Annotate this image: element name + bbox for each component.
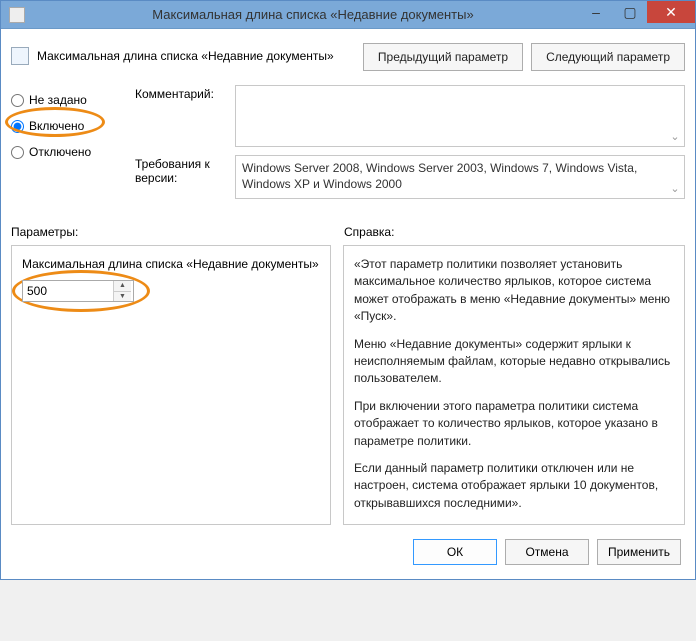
ok-button[interactable]: ОК <box>413 539 497 565</box>
help-paragraph: При включении этого параметра политики с… <box>354 398 674 450</box>
help-section-label: Справка: <box>344 225 394 239</box>
comment-label: Комментарий: <box>135 85 227 101</box>
help-paragraph: Меню «Недавние документы» содержит ярлык… <box>354 336 674 388</box>
radio-disabled-input[interactable] <box>11 146 24 159</box>
radio-disabled-label: Отключено <box>29 145 91 159</box>
chevron-down-icon: ⌄ <box>668 130 682 144</box>
max-length-input[interactable] <box>23 281 113 301</box>
policy-subtitle: Максимальная длина списка «Недавние доку… <box>37 49 334 63</box>
radio-not-configured-label: Не задано <box>29 93 87 107</box>
requirements-value: Windows Server 2008, Windows Server 2003… <box>242 161 637 191</box>
chevron-down-icon: ⌄ <box>668 182 682 196</box>
next-setting-button[interactable]: Следующий параметр <box>531 43 685 71</box>
close-button[interactable]: ✕ <box>647 1 695 23</box>
radio-not-configured-input[interactable] <box>11 94 24 107</box>
maximize-button[interactable]: ▢ <box>613 1 647 23</box>
spinner-down-button[interactable]: ▼ <box>114 292 131 302</box>
requirements-box: Windows Server 2008, Windows Server 2003… <box>235 155 685 199</box>
apply-button[interactable]: Применить <box>597 539 681 565</box>
help-paragraph: Если данный параметр политики отключен и… <box>354 460 674 512</box>
help-panel: «Этот параметр политики позволяет устано… <box>343 245 685 525</box>
minimize-button[interactable]: – <box>579 1 613 23</box>
spinner-up-button[interactable]: ▲ <box>114 281 131 292</box>
radio-disabled[interactable]: Отключено <box>11 139 121 165</box>
radio-enabled-input[interactable] <box>11 120 24 133</box>
comment-textarea[interactable]: ⌄ <box>235 85 685 147</box>
radio-enabled-label: Включено <box>29 119 84 133</box>
titlebar: Максимальная длина списка «Недавние доку… <box>1 1 695 29</box>
params-panel: Максимальная длина списка «Недавние доку… <box>11 245 331 525</box>
window-icon <box>9 7 25 23</box>
radio-not-configured[interactable]: Не задано <box>11 87 121 113</box>
help-paragraph: «Этот параметр политики позволяет устано… <box>354 256 674 326</box>
param-field-label: Максимальная длина списка «Недавние доку… <box>22 256 320 272</box>
requirements-label: Требования к версии: <box>135 155 227 185</box>
max-length-spinner[interactable]: ▲ ▼ <box>22 280 134 302</box>
radio-enabled[interactable]: Включено <box>11 113 121 139</box>
cancel-button[interactable]: Отмена <box>505 539 589 565</box>
policy-icon <box>11 47 29 65</box>
prev-setting-button[interactable]: Предыдущий параметр <box>363 43 523 71</box>
params-section-label: Параметры: <box>11 225 344 239</box>
